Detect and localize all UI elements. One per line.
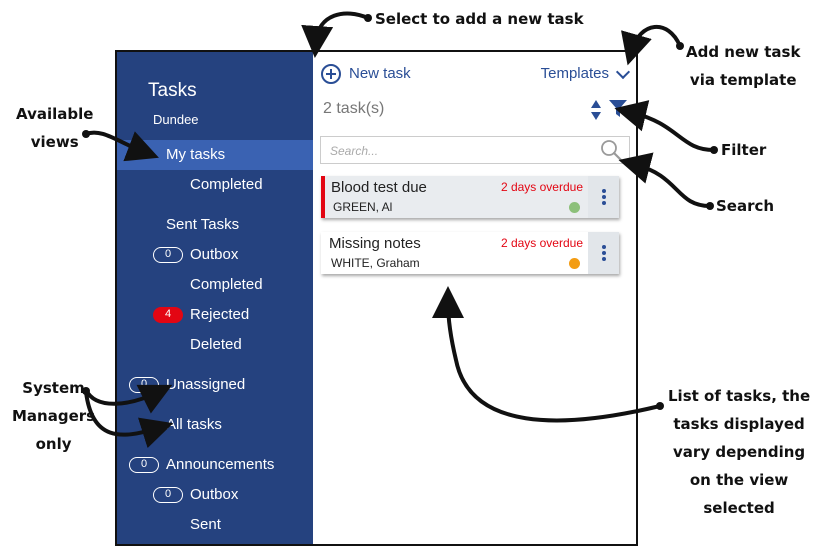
sidebar-item-announcements[interactable]: 0 Announcements [117,450,313,480]
callout-new-task: Select to add a new task [375,10,584,28]
sidebar-item-my-completed[interactable]: Completed [117,170,313,200]
callout-search: Search [716,197,775,215]
callout-filter: Filter [721,141,767,159]
task-list-panel: New task Templates 2 task(s) Blood test … [313,52,636,544]
count-badge: 0 [129,377,159,393]
sidebar-item-label: Unassigned [166,376,246,393]
chevron-down-icon [615,64,631,79]
task-patient-name: WHITE, Graham [331,256,420,270]
task-card[interactable]: Missing notes 2 days overdue WHITE, Grah… [321,232,619,274]
arrow-template [621,25,682,66]
arrow-filter [614,100,716,152]
task-card[interactable]: Blood test due 2 days overdue GREEN, Al [321,176,619,218]
arrow-search [618,152,712,208]
task-count: 2 task(s) [323,100,385,117]
filter-icon[interactable] [608,98,628,118]
templates-label: Templates [540,65,609,82]
sidebar-item-label: Announcements [166,456,275,473]
sidebar-item-sent-tasks[interactable]: Sent Tasks [117,210,313,240]
sidebar-item-label: Completed [190,176,263,193]
sidebar: Tasks Dundee My tasks Completed Sent Tas… [117,52,313,544]
search-input[interactable] [321,137,602,165]
task-patient-name: GREEN, Al [333,200,393,214]
task-menu-button[interactable] [588,232,619,274]
count-badge: 0 [153,487,183,503]
callout-template: Add new task via template [686,43,801,89]
new-task-label: New task [349,65,411,82]
sidebar-title: Tasks [148,80,197,101]
sidebar-item-sent-completed[interactable]: Completed [117,270,313,300]
sidebar-location: Dundee [153,112,199,127]
sidebar-item-label: All tasks [166,416,222,433]
sidebar-item-label: My tasks [166,146,226,163]
tasks-window: Tasks Dundee My tasks Completed Sent Tas… [115,50,638,546]
callout-list: List of tasks, the tasks displayed vary de… [668,387,811,517]
search-box [320,136,630,165]
sidebar-item-rejected[interactable]: 4 Rejected [117,300,313,330]
sidebar-item-sent-outbox[interactable]: 0 Outbox [117,240,313,270]
task-due-status: 2 days overdue [500,180,583,194]
task-due-status: 2 days overdue [500,236,583,250]
arrow-new-task [301,11,370,58]
sidebar-item-all-tasks[interactable]: All tasks [117,410,313,440]
sidebar-item-label: Rejected [190,306,250,323]
sidebar-item-label: Completed [190,276,263,293]
task-title: Blood test due [331,179,427,196]
sidebar-item-deleted[interactable]: Deleted [117,330,313,360]
count-badge: 4 [153,307,183,323]
sidebar-item-announcements-outbox[interactable]: 0 Outbox [117,480,313,510]
sidebar-item-my-tasks[interactable]: My tasks [117,140,313,170]
sort-icon[interactable] [590,99,602,121]
sidebar-item-label: Outbox [190,246,239,263]
sidebar-item-label: Sent Tasks [166,216,240,233]
plus-circle-icon [321,64,341,84]
sidebar-item-label: Outbox [190,486,239,503]
callout-managers: System Managers only [12,379,96,453]
search-icon[interactable] [599,138,623,162]
status-dot [569,202,580,213]
status-dot [569,258,580,269]
sidebar-item-announcements-sent[interactable]: Sent [117,510,313,540]
count-badge: 0 [153,247,183,263]
task-menu-button[interactable] [588,176,619,218]
sidebar-item-label: Deleted [190,336,242,353]
count-badge: 0 [129,457,159,473]
task-title: Missing notes [329,235,421,252]
callout-views: Available views [16,105,94,151]
sidebar-item-unassigned[interactable]: 0 Unassigned [117,370,313,400]
new-task-button[interactable]: New task [321,64,411,84]
sidebar-item-label: Sent [190,516,221,533]
templates-dropdown[interactable]: Templates [540,64,631,84]
